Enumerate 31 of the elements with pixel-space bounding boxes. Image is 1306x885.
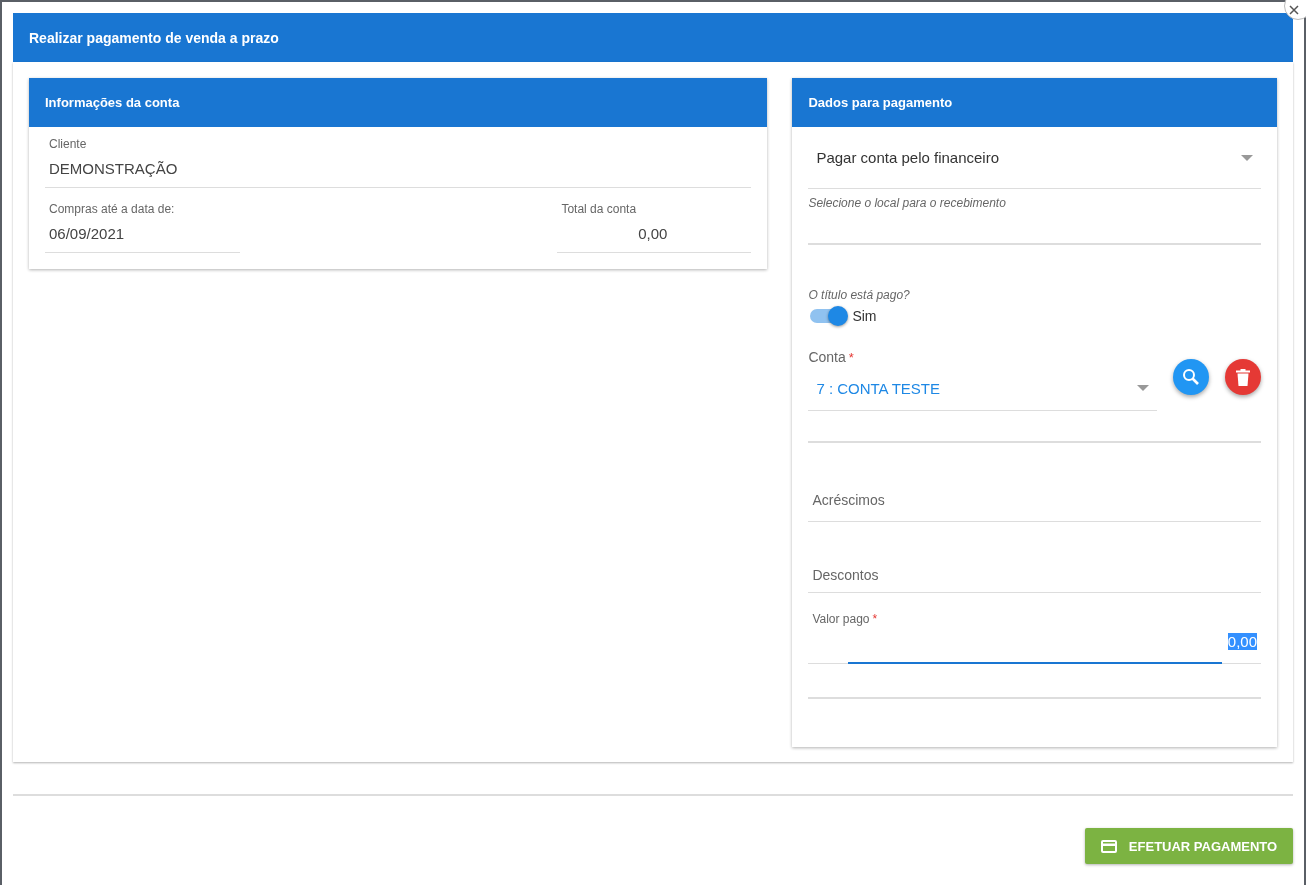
field-value: 06/09/2021 — [49, 225, 126, 242]
credit-card-icon — [1100, 839, 1117, 853]
field-label: Conta — [808, 349, 846, 365]
panel-header: Dados para pagamento — [792, 78, 1277, 127]
field-label: Valor pago — [812, 612, 870, 626]
toggle-label: O título está pago? — [808, 288, 911, 302]
delete-button[interactable] — [1225, 359, 1261, 395]
caret-icon — [1137, 385, 1149, 391]
paid-toggle[interactable] — [810, 309, 847, 323]
amount-paid-field[interactable]: Valor pago * 0,00 — [808, 593, 1261, 664]
field-hint: Selecione o local para o recebimento — [808, 196, 1007, 210]
field-label: Total da conta — [561, 202, 638, 216]
field-label: Compras até a data de: — [49, 202, 176, 216]
caret-icon — [1241, 154, 1253, 161]
input-field[interactable]: Descontos — [808, 522, 1261, 593]
field-value: DEMONSTRAÇÃO — [49, 160, 179, 177]
search-button[interactable] — [1173, 359, 1209, 395]
payment-place-select[interactable]: Pagar conta pelo financeiro — [808, 127, 1261, 189]
field-label: Cliente — [49, 137, 88, 151]
dialog-title: Realizar pagamento de venda a prazo — [13, 13, 1293, 62]
account-select[interactable]: 7 : CONTA TESTE — [808, 366, 1157, 410]
required-asterisk: * — [872, 612, 878, 626]
field-value: 0,00 — [1227, 633, 1257, 650]
panel-header: Informações da conta — [29, 78, 768, 127]
field-value: 0,00 — [637, 225, 669, 242]
toggle-text: Sim — [852, 308, 877, 324]
close-icon — [1289, 5, 1299, 15]
input-field[interactable]: Acréscimos — [808, 443, 1261, 522]
required-asterisk: * — [848, 350, 854, 365]
search-icon — [1182, 368, 1200, 386]
trash-icon — [1236, 368, 1250, 386]
